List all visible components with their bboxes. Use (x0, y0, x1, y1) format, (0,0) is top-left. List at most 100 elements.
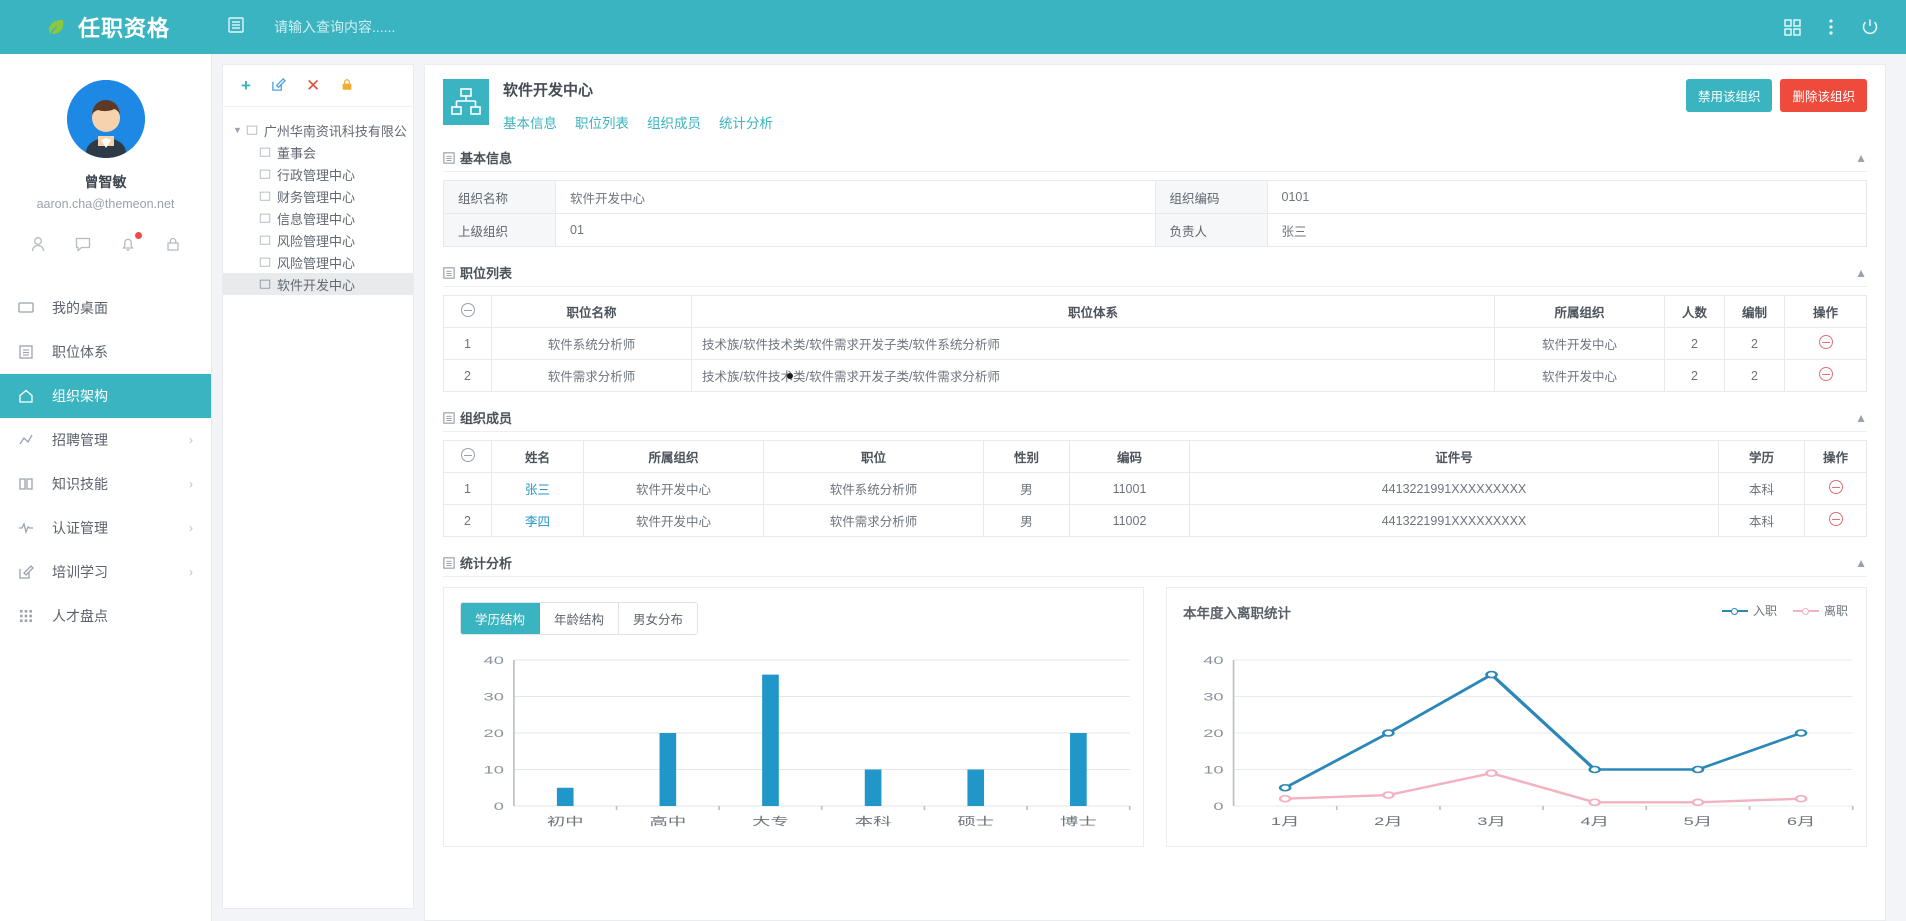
section-list-icon (443, 151, 455, 164)
svg-text:30: 30 (484, 691, 504, 703)
cell-actions[interactable] (1804, 472, 1867, 505)
table-row: 2 软件需求分析师 技术族/软件技术类/软件需求开发子类/软件需求分析师 软件开… (443, 359, 1867, 392)
lock-icon[interactable] (164, 235, 182, 258)
sidebar-item-position-system[interactable]: 职位体系 (0, 330, 211, 374)
search-input[interactable] (274, 19, 694, 35)
brand: 任职资格 (0, 11, 212, 43)
section-header: 职位列表 ▲ (443, 263, 1867, 287)
section-list-icon (443, 556, 455, 569)
remove-circle-icon[interactable] (1818, 367, 1833, 381)
add-circle-icon[interactable] (460, 448, 475, 462)
sidebar-item-recruitment[interactable]: 招聘管理 › (0, 418, 211, 462)
sidebar-item-label: 招聘管理 (52, 432, 108, 448)
folder-icon (259, 146, 271, 158)
col-position-name: 职位名称 (491, 295, 692, 328)
svg-text:博士: 博士 (1060, 816, 1097, 828)
edit-square-icon (18, 564, 40, 580)
sidebar-nav: 我的桌面 职位体系 组织架构 招聘管理 › 知识技能 › 认证管理 › 培训学习… (0, 286, 211, 638)
sidebar-item-talent-review[interactable]: 人才盘点 (0, 594, 211, 638)
tree-node-risk-center-2[interactable]: 风险管理中心 (223, 251, 413, 273)
tree-node-board[interactable]: 董事会 (223, 141, 413, 163)
disable-org-button[interactable]: 禁用该组织 (1685, 79, 1773, 112)
cell-actions[interactable] (1804, 504, 1867, 537)
chevron-up-icon[interactable]: ▲ (1855, 266, 1867, 280)
svg-text:3月: 3月 (1477, 816, 1505, 828)
cell-row-no: 2 (443, 359, 492, 392)
remove-circle-icon[interactable] (1828, 512, 1843, 526)
pulse-icon (18, 520, 40, 536)
list-menu-icon[interactable] (226, 15, 246, 40)
col-actions: 操作 (1784, 295, 1867, 328)
sidebar-item-my-desktop[interactable]: 我的桌面 (0, 286, 211, 330)
cell-name: 张三 (491, 472, 584, 505)
power-icon[interactable] (1860, 17, 1880, 37)
cell-id-number: 4413221991XXXXXXXXX (1189, 504, 1719, 537)
svg-text:0: 0 (494, 801, 504, 813)
legend-item-hire[interactable]: 入职 (1721, 602, 1777, 619)
section-title: 基本信息 (460, 151, 513, 166)
cell-position: 软件系统分析师 (763, 472, 984, 505)
position-list-table: 职位名称 职位体系 所属组织 人数 编制 操作 1 软件系统分析师 技术族/软件… (443, 295, 1867, 392)
cell-label: 负责人 (1154, 213, 1268, 247)
remove-circle-icon[interactable] (1818, 335, 1833, 349)
tree-node-label: 董事会 (277, 145, 317, 161)
message-icon[interactable] (74, 235, 92, 258)
tree-node-admin-center[interactable]: 行政管理中心 (223, 163, 413, 185)
sidebar-item-org-structure[interactable]: 组织架构 (0, 374, 211, 418)
notification-badge (134, 232, 142, 239)
header-actions: 禁用该组织 删除该组织 (1685, 79, 1867, 112)
more-vertical-icon[interactable] (1828, 17, 1834, 37)
col-add-row[interactable] (443, 295, 492, 328)
col-org: 所属组织 (1494, 295, 1665, 328)
col-add-row[interactable] (443, 440, 492, 473)
tree-node-risk-center-1[interactable]: 风险管理中心 (223, 229, 413, 251)
tab-statistics[interactable]: 统计分析 (719, 112, 773, 132)
sidebar-item-knowledge-skill[interactable]: 知识技能 › (0, 462, 211, 506)
sidebar-item-certification[interactable]: 认证管理 › (0, 506, 211, 550)
cell-headcount: 2 (1664, 359, 1725, 392)
cell-headcount: 2 (1664, 327, 1725, 360)
lock-node-button[interactable] (340, 77, 354, 95)
col-education: 学历 (1718, 440, 1805, 473)
add-circle-icon[interactable] (460, 303, 475, 317)
cell-actions[interactable] (1784, 327, 1867, 360)
segment-gender-distribution[interactable]: 男女分布 (619, 603, 698, 634)
tab-basic-info[interactable]: 基本信息 (503, 112, 557, 132)
svg-text:1月: 1月 (1271, 816, 1299, 828)
add-node-button[interactable]: + (241, 77, 251, 94)
avatar[interactable] (66, 80, 145, 158)
segment-education-structure[interactable]: 学历结构 (461, 603, 541, 634)
cell-actions[interactable] (1784, 359, 1867, 392)
tree-node-finance-center[interactable]: 财务管理中心 (223, 185, 413, 207)
delete-node-button[interactable]: ✕ (306, 77, 320, 94)
sidebar-item-label: 我的桌面 (52, 300, 108, 316)
tab-position-list[interactable]: 职位列表 (575, 112, 629, 132)
chevron-down-icon[interactable]: ▼ (233, 125, 242, 135)
search-box[interactable] (274, 19, 694, 35)
chevron-right-icon: › (189, 521, 193, 535)
svg-text:6月: 6月 (1787, 816, 1815, 828)
cell-row-no: 1 (443, 472, 492, 505)
remove-circle-icon[interactable] (1828, 480, 1843, 494)
tree-node-software-dev-center[interactable]: 软件开发中心 (223, 273, 413, 295)
bell-icon[interactable] (119, 232, 142, 258)
chevron-up-icon[interactable]: ▲ (1855, 556, 1867, 570)
segment-age-structure[interactable]: 年龄结构 (540, 603, 620, 634)
col-actions: 操作 (1804, 440, 1867, 473)
legend-item-leave[interactable]: 离职 (1792, 602, 1848, 619)
tab-org-members[interactable]: 组织成员 (647, 112, 701, 132)
chevron-up-icon[interactable]: ▲ (1855, 411, 1867, 425)
apps-grid-icon[interactable] (1783, 18, 1802, 37)
sidebar-item-training[interactable]: 培训学习 › (0, 550, 211, 594)
delete-org-button[interactable]: 删除该组织 (1780, 79, 1867, 112)
chevron-up-icon[interactable]: ▲ (1855, 151, 1867, 165)
tree-node-root[interactable]: ▼ 广州华南资讯科技有限公 (223, 119, 413, 141)
avatar-wrap (0, 54, 211, 158)
sidebar-item-label: 人才盘点 (52, 608, 108, 624)
edit-node-button[interactable] (271, 77, 286, 95)
tree-node-label: 软件开发中心 (277, 277, 356, 293)
brand-title: 任职资格 (78, 16, 171, 41)
user-icon[interactable] (29, 235, 47, 258)
sidebar-item-label: 知识技能 (52, 476, 108, 492)
tree-node-info-center[interactable]: 信息管理中心 (223, 207, 413, 229)
